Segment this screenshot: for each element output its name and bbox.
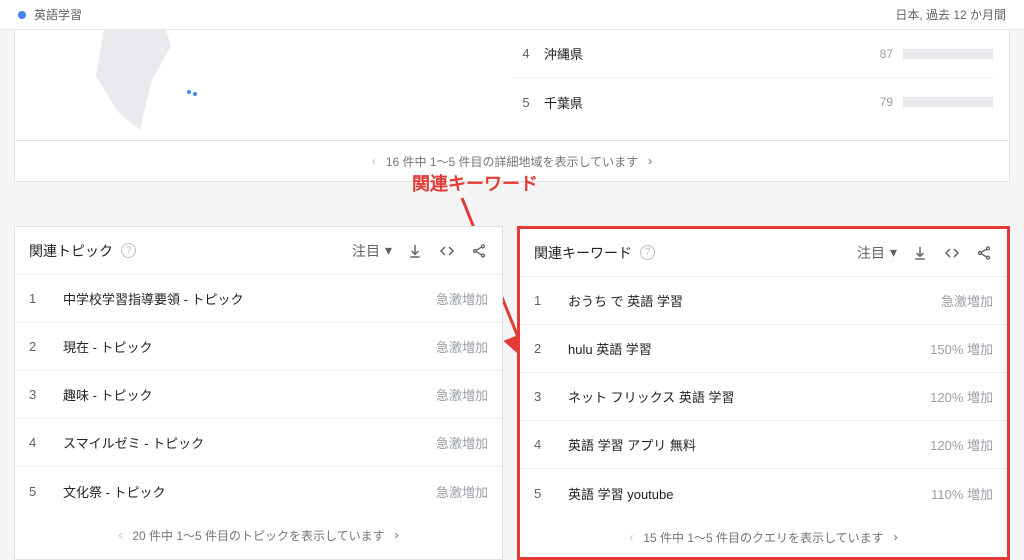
sort-label: 注目 [352, 241, 380, 261]
item-rank: 1 [29, 291, 49, 306]
chevron-left-icon[interactable]: ‹ [372, 154, 376, 168]
scope-bar: 英語学習 日本, 過去 12 か月間 [0, 0, 1024, 30]
region-row[interactable]: 4 沖縄県 87 [512, 30, 993, 78]
scope-text: 日本, 過去 12 か月間 [895, 6, 1006, 23]
item-value: 急激増加 [436, 289, 488, 308]
item-label: 現在 - トピック [49, 337, 436, 356]
panel-header: 関連トピック ? 注目 ▾ [15, 227, 502, 275]
chevron-right-icon[interactable]: › [648, 154, 652, 168]
embed-icon[interactable] [943, 244, 961, 262]
region-footer-text: 16 件中 1〜5 件目の詳細地域を表示しています [386, 153, 638, 170]
sort-select[interactable]: 注目 ▾ [857, 243, 897, 263]
sort-select[interactable]: 注目 ▾ [352, 241, 392, 261]
list-item[interactable]: 2 hulu 英語 学習 150% 増加 [520, 325, 1007, 373]
item-rank: 1 [534, 293, 554, 308]
map-dot [187, 90, 191, 94]
help-icon[interactable]: ? [121, 243, 136, 258]
region-row[interactable]: 5 千葉県 79 [512, 78, 993, 126]
region-map[interactable] [15, 30, 512, 140]
help-icon[interactable]: ? [640, 245, 655, 260]
chevron-right-icon[interactable]: › [395, 528, 399, 542]
map-shape [85, 30, 195, 130]
region-score: 87 [867, 47, 893, 61]
region-card: 4 沖縄県 87 5 千葉県 79 [14, 30, 1010, 141]
item-value: 急激増加 [436, 482, 488, 501]
annotation-label: 関連キーワード [412, 170, 538, 196]
item-value: 急激増加 [436, 337, 488, 356]
item-label: ネット フリックス 英語 学習 [554, 387, 930, 406]
chevron-left-icon[interactable]: ‹ [629, 530, 633, 544]
item-rank: 3 [534, 389, 554, 404]
item-rank: 2 [534, 341, 554, 356]
item-label: 英語 学習 アプリ 無料 [554, 435, 930, 454]
item-label: 趣味 - トピック [49, 385, 436, 404]
list-item[interactable]: 3 趣味 - トピック 急激増加 [15, 371, 502, 419]
list-item[interactable]: 1 中学校学習指導要領 - トピック 急激増加 [15, 275, 502, 323]
region-name: 千葉県 [540, 93, 867, 112]
panel-title-text: 関連キーワード [534, 243, 632, 263]
item-value: 110% 増加 [931, 484, 993, 503]
topics-pager: ‹ 20 件中 1〜5 件目のトピックを表示しています › [15, 515, 502, 555]
item-label: hulu 英語 学習 [554, 339, 930, 358]
list-item[interactable]: 3 ネット フリックス 英語 学習 120% 増加 [520, 373, 1007, 421]
share-icon[interactable] [470, 242, 488, 260]
item-value: 150% 増加 [930, 339, 993, 358]
list-item[interactable]: 4 英語 学習 アプリ 無料 120% 増加 [520, 421, 1007, 469]
download-icon[interactable] [911, 244, 929, 262]
item-rank: 5 [29, 484, 49, 499]
region-bar-track [903, 49, 993, 59]
item-label: 文化祭 - トピック [49, 482, 436, 501]
legend-dot-icon [18, 11, 26, 19]
search-term: 英語学習 [34, 6, 82, 23]
sort-label: 注目 [857, 243, 885, 263]
topics-list: 1 中学校学習指導要領 - トピック 急激増加 2 現在 - トピック 急激増加… [15, 275, 502, 515]
list-item[interactable]: 1 おうち で 英語 学習 急激増加 [520, 277, 1007, 325]
chevron-left-icon[interactable]: ‹ [118, 528, 122, 542]
chevron-right-icon[interactable]: › [894, 530, 898, 544]
list-item[interactable]: 5 英語 学習 youtube 110% 増加 [520, 469, 1007, 517]
related-queries-panel: 関連キーワード ? 注目 ▾ 1 [517, 226, 1010, 560]
item-value: 急激増加 [436, 433, 488, 452]
item-value: 120% 増加 [930, 435, 993, 454]
item-rank: 2 [29, 339, 49, 354]
queries-pager: ‹ 15 件中 1〜5 件目のクエリを表示しています › [520, 517, 1007, 557]
share-icon[interactable] [975, 244, 993, 262]
region-score: 79 [867, 95, 893, 109]
map-dot [193, 92, 197, 96]
chevron-down-icon: ▾ [890, 244, 897, 261]
item-label: 中学校学習指導要領 - トピック [49, 289, 436, 308]
region-rank: 5 [512, 95, 540, 110]
chevron-down-icon: ▾ [385, 242, 392, 259]
list-item[interactable]: 4 スマイルゼミ - トピック 急激増加 [15, 419, 502, 467]
region-rank: 4 [512, 46, 540, 61]
item-rank: 5 [534, 486, 554, 501]
embed-icon[interactable] [438, 242, 456, 260]
queries-list: 1 おうち で 英語 学習 急激増加 2 hulu 英語 学習 150% 増加 … [520, 277, 1007, 517]
list-item[interactable]: 5 文化祭 - トピック 急激増加 [15, 467, 502, 515]
item-rank: 3 [29, 387, 49, 402]
item-value: 急激増加 [436, 385, 488, 404]
region-bar-track [903, 97, 993, 107]
queries-footer-text: 15 件中 1〜5 件目のクエリを表示しています [643, 529, 883, 546]
item-label: スマイルゼミ - トピック [49, 433, 436, 452]
related-topics-panel: 関連トピック ? 注目 ▾ 1 [14, 226, 503, 560]
download-icon[interactable] [406, 242, 424, 260]
panel-title-text: 関連トピック [29, 241, 113, 261]
panel-header: 関連キーワード ? 注目 ▾ [520, 229, 1007, 277]
region-list: 4 沖縄県 87 5 千葉県 79 [512, 30, 1009, 140]
item-rank: 4 [534, 437, 554, 452]
region-name: 沖縄県 [540, 44, 867, 63]
item-value: 急激増加 [941, 291, 993, 310]
item-rank: 4 [29, 435, 49, 450]
item-value: 120% 増加 [930, 387, 993, 406]
list-item[interactable]: 2 現在 - トピック 急激増加 [15, 323, 502, 371]
item-label: 英語 学習 youtube [554, 484, 931, 503]
item-label: おうち で 英語 学習 [554, 291, 941, 310]
